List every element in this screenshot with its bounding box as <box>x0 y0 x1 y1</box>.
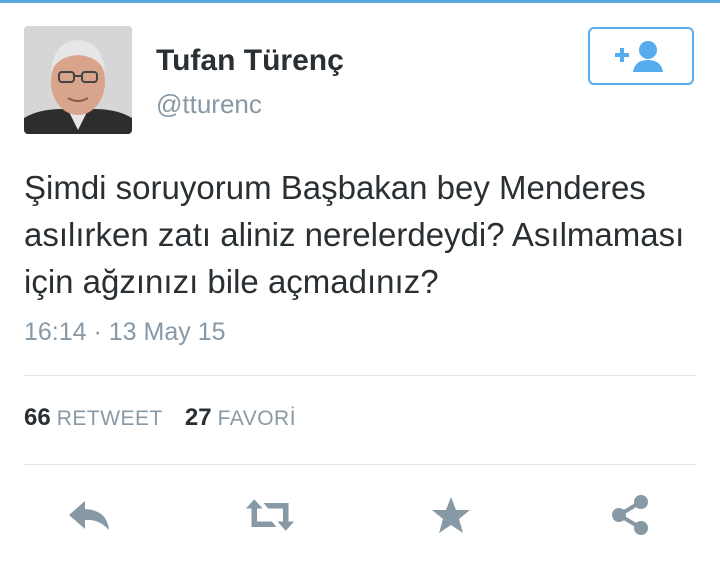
divider <box>24 464 696 465</box>
follow-button[interactable] <box>588 27 694 85</box>
tweet-stats: 66 RETWEET 27 FAVORİ <box>24 404 296 432</box>
avatar[interactable] <box>24 26 132 134</box>
favorite-button[interactable] <box>426 490 476 540</box>
star-icon <box>432 497 470 533</box>
user-name[interactable]: Tufan Türenç <box>156 44 344 78</box>
retweet-count[interactable]: 66 <box>24 404 51 431</box>
share-button[interactable] <box>605 490 655 540</box>
divider <box>24 375 696 376</box>
retweet-button[interactable] <box>245 490 295 540</box>
favorite-count[interactable]: 27 <box>185 404 212 431</box>
favorite-label[interactable]: FAVORİ <box>218 407 296 430</box>
avatar-photo <box>24 26 132 134</box>
reply-icon <box>69 501 109 530</box>
retweet-label[interactable]: RETWEET <box>57 407 163 430</box>
share-icon <box>612 495 648 535</box>
reply-button[interactable] <box>64 490 114 540</box>
tweet-timestamp[interactable]: 16:14 · 13 May 15 <box>24 318 226 347</box>
add-user-icon <box>615 41 663 72</box>
retweet-icon <box>245 499 295 531</box>
user-handle[interactable]: @tturenc <box>156 89 262 120</box>
top-accent-bar <box>0 0 720 3</box>
tweet-text: Şimdi soruyorum Başbakan bey Menderes as… <box>24 169 685 300</box>
